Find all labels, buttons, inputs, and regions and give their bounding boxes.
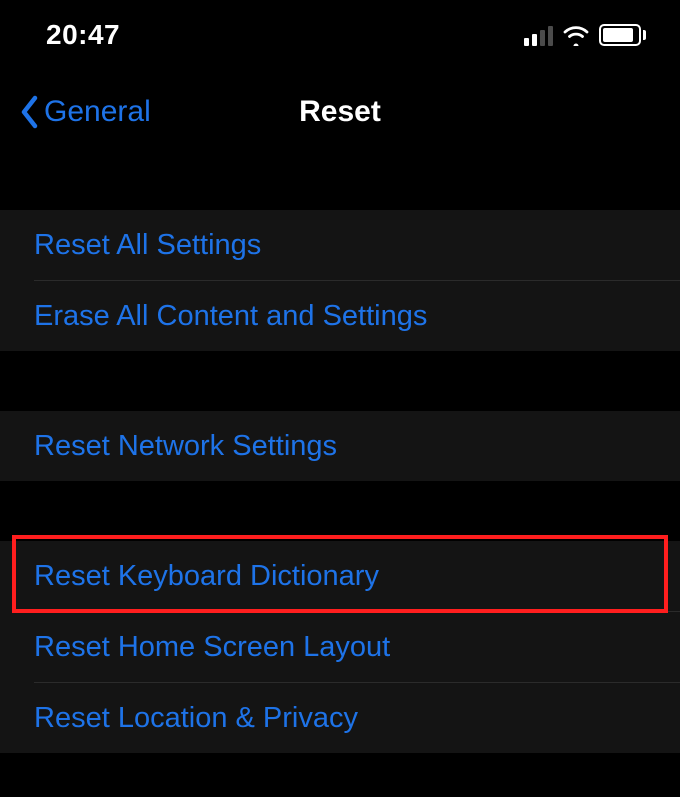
content: Reset All Settings Erase All Content and… — [0, 155, 680, 753]
section-gap — [0, 155, 680, 210]
reset-keyboard-dictionary[interactable]: Reset Keyboard Dictionary — [0, 541, 680, 611]
reset-location-privacy[interactable]: Reset Location & Privacy — [0, 683, 680, 753]
nav-header: General Reset — [0, 70, 680, 155]
section-gap — [0, 351, 680, 411]
status-indicators — [524, 24, 646, 46]
row-label: Reset Keyboard Dictionary — [34, 560, 379, 593]
back-label: General — [44, 95, 151, 129]
erase-all-content[interactable]: Erase All Content and Settings — [0, 281, 680, 351]
chevron-left-icon — [20, 95, 40, 129]
back-button[interactable]: General — [20, 95, 151, 129]
group-2: Reset Network Settings — [0, 411, 680, 481]
group-3: Reset Keyboard Dictionary Reset Home Scr… — [0, 541, 680, 753]
group-1: Reset All Settings Erase All Content and… — [0, 210, 680, 351]
section-gap — [0, 481, 680, 541]
status-bar: 20:47 — [0, 0, 680, 70]
battery-icon — [599, 24, 646, 46]
page-title: Reset — [299, 95, 381, 129]
reset-network-settings[interactable]: Reset Network Settings — [0, 411, 680, 481]
row-label: Reset Location & Privacy — [34, 702, 358, 735]
row-label: Reset Network Settings — [34, 430, 337, 463]
row-label: Erase All Content and Settings — [34, 300, 427, 333]
reset-all-settings[interactable]: Reset All Settings — [0, 210, 680, 280]
cellular-signal-icon — [524, 24, 553, 46]
reset-home-screen-layout[interactable]: Reset Home Screen Layout — [0, 612, 680, 682]
row-label: Reset All Settings — [34, 229, 261, 262]
status-time: 20:47 — [46, 19, 120, 51]
wifi-icon — [561, 24, 591, 46]
row-label: Reset Home Screen Layout — [34, 631, 390, 664]
